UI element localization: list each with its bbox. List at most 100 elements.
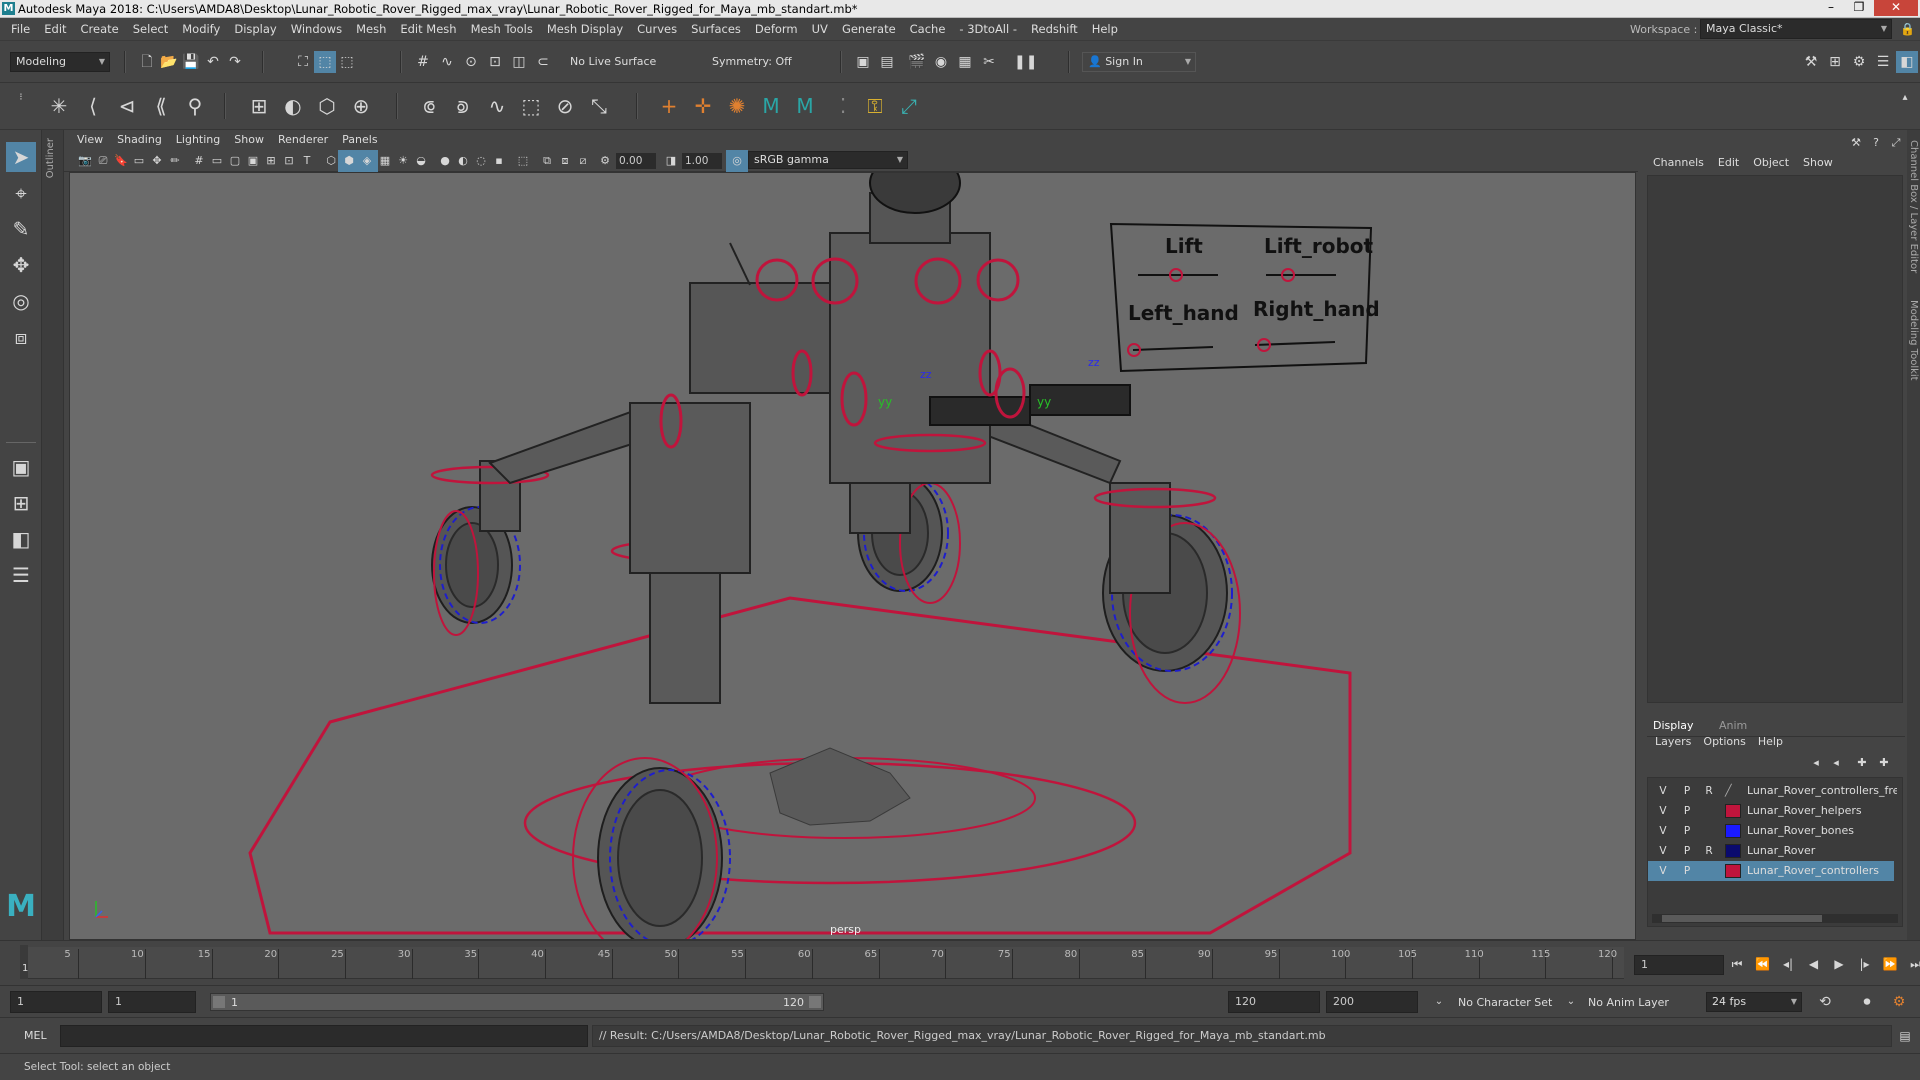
leg-front-right[interactable] bbox=[1109, 482, 1171, 594]
snap-view-icon[interactable]: ⊡ bbox=[484, 51, 506, 73]
menu-curves[interactable]: Curves bbox=[630, 18, 684, 41]
menu-modify[interactable]: Modify bbox=[175, 18, 227, 41]
panel-menu-renderer[interactable]: Renderer bbox=[271, 130, 335, 150]
channel-edit-menu[interactable]: Edit bbox=[1718, 156, 1739, 169]
parent-constraint-icon[interactable]: + bbox=[654, 91, 684, 121]
anim-layer-icon[interactable]: ⌄ bbox=[1560, 991, 1582, 1013]
grease-pencil-icon[interactable]: ✏ bbox=[164, 150, 186, 172]
aim-constraint-icon[interactable]: ✺ bbox=[722, 91, 752, 121]
panel-menu-show[interactable]: Show bbox=[227, 130, 271, 150]
redo-icon[interactable]: ↷ bbox=[224, 51, 246, 73]
ik-handle-icon[interactable]: ⟨ bbox=[78, 91, 108, 121]
two-view-icon[interactable]: ◧ bbox=[6, 524, 36, 554]
orient-constraint-icon[interactable]: M bbox=[756, 91, 786, 121]
wire-deformer-icon[interactable]: ∿ bbox=[482, 91, 512, 121]
snap-curve-icon[interactable]: ∿ bbox=[436, 51, 458, 73]
ik-spline-icon[interactable]: ⊲ bbox=[112, 91, 142, 121]
sign-in-button[interactable]: 👤 Sign In ▼ bbox=[1082, 52, 1196, 72]
layer-no-color-icon[interactable]: ╱ bbox=[1725, 781, 1741, 797]
safe-title-icon[interactable]: T bbox=[296, 150, 318, 172]
channel-box-toggle-icon[interactable]: ☰ bbox=[1872, 51, 1894, 73]
render-toggle-icon[interactable]: ✂ bbox=[978, 51, 1000, 73]
range-slider[interactable]: 1 120 bbox=[210, 993, 824, 1011]
step-back-frame-icon[interactable]: ◂| bbox=[1777, 953, 1799, 975]
layer-visibility-toggle[interactable]: V bbox=[1654, 781, 1672, 801]
go-to-end-icon[interactable]: ⏭ bbox=[1905, 953, 1920, 975]
undo-icon[interactable]: ↶ bbox=[202, 51, 224, 73]
menu-display[interactable]: Display bbox=[227, 18, 283, 41]
script-editor-icon[interactable]: ▤ bbox=[1894, 1025, 1916, 1047]
open-scene-icon[interactable]: 📂 bbox=[158, 51, 180, 73]
layer-playback-toggle[interactable]: P bbox=[1678, 801, 1696, 821]
rotate-tool-icon[interactable]: ◎ bbox=[6, 286, 36, 316]
panel-menu-shading[interactable]: Shading bbox=[110, 130, 169, 150]
anim-layer-field[interactable]: No Anim Layer bbox=[1588, 996, 1669, 1009]
snap-surface-icon[interactable]: ◫ bbox=[508, 51, 530, 73]
depth-of-field-icon[interactable]: ▪ bbox=[488, 150, 510, 172]
layer-color-swatch[interactable] bbox=[1725, 804, 1741, 818]
layers-menu[interactable]: Layers bbox=[1655, 735, 1691, 748]
snap-grid-icon[interactable]: # bbox=[412, 51, 434, 73]
tab-anim[interactable]: Anim bbox=[1719, 719, 1747, 732]
animation-start-field[interactable]: 1 bbox=[10, 991, 102, 1013]
menu-cache[interactable]: Cache bbox=[903, 18, 953, 41]
step-forward-key-icon[interactable]: ⏩ bbox=[1879, 953, 1901, 975]
loop-icon[interactable]: ⟲ bbox=[1814, 991, 1836, 1013]
time-slider-track[interactable] bbox=[20, 947, 1624, 979]
channel-box-icon[interactable]: ⚒ bbox=[1845, 132, 1867, 154]
sculpt-deformer-icon[interactable]: ⊘ bbox=[550, 91, 580, 121]
shadows-icon[interactable]: ◒ bbox=[410, 150, 432, 172]
empty-slot-icon[interactable]: ⁚ bbox=[828, 91, 858, 121]
point-constraint-icon[interactable]: ✛ bbox=[688, 91, 718, 121]
menu-generate[interactable]: Generate bbox=[835, 18, 903, 41]
select-component-icon[interactable]: ⬚ bbox=[336, 51, 358, 73]
isolate-select-icon[interactable]: ⬚ bbox=[512, 150, 534, 172]
layer-visibility-toggle[interactable]: V bbox=[1654, 841, 1672, 861]
select-hierarchy-icon[interactable]: ⛶ bbox=[292, 51, 314, 73]
layer-color-swatch[interactable] bbox=[1725, 824, 1741, 838]
layer-visibility-toggle[interactable]: V bbox=[1654, 801, 1672, 821]
auto-key-icon[interactable]: ⏺ bbox=[1856, 991, 1878, 1013]
help-icon[interactable]: ? bbox=[1865, 132, 1887, 154]
interactive-bind-icon[interactable]: ⬡ bbox=[312, 91, 342, 121]
layer-scrollbar[interactable] bbox=[1652, 914, 1898, 923]
move-layer-down-icon[interactable]: ◂ bbox=[1825, 752, 1847, 774]
rig-picker-panel[interactable]: Lift Lift_robot Left_hand Right_hand bbox=[1109, 222, 1380, 373]
layer-reference-toggle[interactable]: R bbox=[1700, 781, 1718, 801]
paint-select-icon[interactable]: ✎ bbox=[6, 214, 36, 244]
attribute-editor-icon[interactable]: ⊞ bbox=[1824, 51, 1846, 73]
humanik-icon[interactable]: ⚲ bbox=[180, 91, 210, 121]
tab-display[interactable]: Display bbox=[1653, 719, 1694, 732]
maximize-button[interactable]: ❐ bbox=[1846, 0, 1872, 16]
snap-point-icon[interactable]: ⊙ bbox=[460, 51, 482, 73]
leg-front-left[interactable] bbox=[649, 552, 721, 704]
snap-magnet-icon[interactable]: ⊂ bbox=[532, 51, 554, 73]
nonlinear-deformer-icon[interactable]: ⤡ bbox=[584, 91, 614, 121]
color-space-dropdown[interactable]: sRGB gamma ▼ bbox=[748, 151, 908, 169]
live-surface-field[interactable]: No Live Surface bbox=[570, 55, 656, 68]
layer-row-controllers-freeze[interactable]: V P R ╱ Lunar_Rover_controllers_freeze bbox=[1648, 781, 1897, 801]
menu-help[interactable]: Help bbox=[1085, 18, 1125, 41]
skin-bind-icon[interactable]: ⟪ bbox=[146, 91, 176, 121]
menu-surfaces[interactable]: Surfaces bbox=[684, 18, 748, 41]
command-input[interactable] bbox=[60, 1025, 588, 1047]
robot-hand-left[interactable] bbox=[929, 396, 1031, 426]
outliner-tab[interactable]: Outliner bbox=[42, 130, 64, 940]
channel-object-menu[interactable]: Object bbox=[1753, 156, 1789, 169]
mode-dropdown[interactable]: Modeling ▼ bbox=[10, 52, 110, 72]
layer-row-controllers[interactable]: V P Lunar_Rover_controllers bbox=[1648, 861, 1894, 881]
character-set-field[interactable]: No Character Set bbox=[1458, 996, 1552, 1009]
menu-file[interactable]: File bbox=[4, 18, 37, 41]
character-set-icon[interactable]: ⌄ bbox=[1428, 991, 1450, 1013]
range-handle-right[interactable] bbox=[809, 996, 821, 1008]
layer-row-bones[interactable]: V P Lunar_Rover_bones bbox=[1648, 821, 1894, 841]
menu-3dtoall[interactable]: - 3DtoAll - bbox=[952, 18, 1024, 41]
options-menu[interactable]: Options bbox=[1703, 735, 1745, 748]
wheel-front-left[interactable] bbox=[572, 757, 731, 940]
symmetry-field[interactable]: Symmetry: Off bbox=[712, 55, 792, 68]
menu-edit[interactable]: Edit bbox=[37, 18, 73, 41]
backface-icon[interactable]: ⧄ bbox=[572, 150, 594, 172]
gamma-field[interactable]: 1.00 bbox=[682, 153, 722, 169]
layer-playback-toggle[interactable]: P bbox=[1678, 861, 1696, 881]
current-frame-field[interactable]: 1 bbox=[1634, 955, 1724, 975]
